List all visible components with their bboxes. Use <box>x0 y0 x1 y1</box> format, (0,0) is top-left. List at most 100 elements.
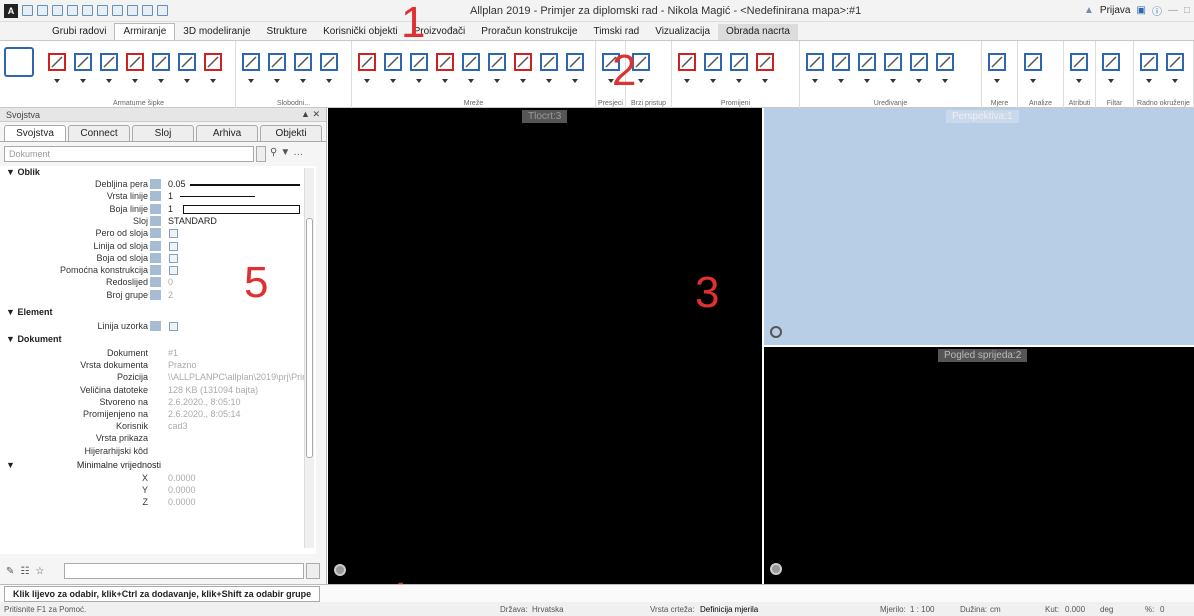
length-value[interactable]: cm <box>990 605 1001 614</box>
ribbon-tool-icon[interactable] <box>486 51 508 83</box>
property-checkbox[interactable] <box>169 229 178 239</box>
ribbon-tool-icon[interactable] <box>804 51 826 83</box>
minimize-icon[interactable]: — <box>1168 5 1178 16</box>
layer-manager-icon[interactable] <box>4 47 34 77</box>
property-row[interactable]: Debljina pera 0.05 <box>0 179 310 191</box>
property-value[interactable]: cad3 <box>168 421 188 431</box>
property-row[interactable]: Linija uzorka <box>0 321 310 333</box>
ribbon-tool-icon[interactable] <box>240 51 262 83</box>
settings-icon[interactable] <box>127 5 138 16</box>
ribbon-tool-icon[interactable] <box>676 51 698 83</box>
property-row[interactable]: Pero od sloja <box>0 228 310 240</box>
ribbon-tool-icon[interactable] <box>908 51 930 83</box>
property-checkbox[interactable] <box>169 253 178 263</box>
property-row[interactable]: Vrsta linije 1 <box>0 191 310 203</box>
maximize-icon[interactable]: □ <box>1184 5 1190 16</box>
ribbon-tool-icon[interactable] <box>512 51 534 83</box>
collapse-icon[interactable]: ▼ <box>6 307 15 317</box>
navigation-icon[interactable] <box>770 326 782 338</box>
ribbon-tool-icon[interactable] <box>408 51 430 83</box>
property-row[interactable]: Pozicija \\ALLPLANPC\allplan\2019\prj\Pri… <box>0 372 310 384</box>
ribbon-tool-icon[interactable] <box>882 51 904 83</box>
ribbon-tool-icon[interactable] <box>1100 51 1122 83</box>
panel-tab-1[interactable]: Connect <box>68 125 130 141</box>
property-row[interactable]: Z 0.0000 <box>0 497 310 509</box>
property-value[interactable]: \\ALLPLANPC\allplan\2019\prj\Prim <box>168 372 310 382</box>
ribbon-tool-icon[interactable] <box>292 51 314 83</box>
login-link[interactable]: Prijava <box>1100 5 1131 16</box>
panel-tab-4[interactable]: Objekti <box>260 125 322 141</box>
scale-value[interactable]: 1 : 100 <box>910 605 934 614</box>
favorite-icon[interactable]: ☆ <box>35 566 44 577</box>
property-checkbox[interactable] <box>169 322 178 331</box>
copy-icon[interactable] <box>112 5 123 16</box>
property-checkbox[interactable] <box>169 241 178 251</box>
favorites-input[interactable] <box>64 563 304 579</box>
viewport-plan[interactable]: Tlocrt:3 <box>328 108 762 584</box>
ribbon-tool-icon[interactable] <box>124 51 146 83</box>
property-value[interactable]: 2.6.2020., 8:05:14 <box>168 409 241 419</box>
property-checkbox[interactable] <box>169 266 178 276</box>
property-value[interactable]: 128 KB (131094 bajta) <box>168 385 258 395</box>
viewport-perspective[interactable]: Perspektiva:1 <box>764 108 1194 345</box>
help-icon[interactable]: ⓘ <box>1152 3 1162 18</box>
ribbon-tool-icon[interactable] <box>1068 51 1090 83</box>
property-row[interactable]: Hijerarhijski kôd <box>0 446 310 458</box>
collapse-icon[interactable]: ▼ <box>6 334 15 344</box>
save-icon[interactable] <box>52 5 63 16</box>
property-row[interactable]: Stvoreno na 2.6.2020., 8:05:10 <box>0 397 310 409</box>
ribbon-tool-icon[interactable] <box>728 51 750 83</box>
tab-0[interactable]: Grubi radovi <box>44 24 114 40</box>
ribbon-tool-icon[interactable] <box>150 51 172 83</box>
collapse-icon[interactable]: ▼ <box>6 167 15 177</box>
panel-filter-tools[interactable]: ⚲▼… <box>270 147 306 158</box>
ribbon-tool-icon[interactable] <box>176 51 198 83</box>
section-min[interactable]: ▼ Minimalne vrijednosti <box>6 460 161 470</box>
panel-tab-3[interactable]: Arhiva <box>196 125 258 141</box>
ribbon-tool-icon[interactable] <box>382 51 404 83</box>
user-icon[interactable]: ▲ <box>1084 5 1094 16</box>
property-value[interactable]: Prazno <box>168 360 197 370</box>
undo-icon[interactable] <box>82 5 93 16</box>
property-value[interactable]: 0.0000 <box>168 473 196 483</box>
property-row[interactable]: Vrsta dokumenta Prazno <box>0 360 310 372</box>
ribbon-tool-icon[interactable] <box>702 51 724 83</box>
property-row[interactable]: Vrsta prikaza <box>0 433 310 445</box>
ribbon-tool-icon[interactable] <box>1138 51 1160 83</box>
tools-icon[interactable] <box>157 5 168 16</box>
ribbon-tool-icon[interactable] <box>460 51 482 83</box>
property-row[interactable]: Boja linije 1 <box>0 203 310 216</box>
ribbon-tool-icon[interactable] <box>266 51 288 83</box>
property-value[interactable]: 2 <box>168 290 173 300</box>
property-value[interactable]: 0.0000 <box>168 497 196 507</box>
property-value[interactable]: 0 <box>168 277 173 287</box>
property-value[interactable]: 1 <box>168 204 173 214</box>
section-dokument[interactable]: ▼ Dokument <box>6 334 61 344</box>
property-value[interactable]: #1 <box>168 348 178 358</box>
property-row[interactable]: Sloj STANDARD <box>0 215 310 228</box>
ribbon-tool-icon[interactable] <box>202 51 224 83</box>
country-value[interactable]: Hrvatska <box>532 605 564 614</box>
app-logo-icon[interactable]: A <box>4 3 18 18</box>
panel-pin-close[interactable]: ▲ ✕ <box>301 109 320 120</box>
ribbon-tool-icon[interactable] <box>538 51 560 83</box>
scrollbar-thumb[interactable] <box>306 218 313 458</box>
property-value[interactable]: 0.0000 <box>168 485 196 495</box>
property-row[interactable]: Promijenjeno na 2.6.2020., 8:05:14 <box>0 409 310 421</box>
open-file-icon[interactable] <box>37 5 48 16</box>
drawing-type-value[interactable]: Definicija mjerila <box>700 605 758 614</box>
section-oblik[interactable]: ▼ Oblik <box>6 167 40 177</box>
tab-9[interactable]: Obrada nacrta <box>718 24 798 40</box>
print-icon[interactable] <box>67 5 78 16</box>
ribbon-tool-icon[interactable] <box>1022 51 1044 83</box>
tab-3[interactable]: Strukture <box>259 24 316 40</box>
ribbon-tool-icon[interactable] <box>72 51 94 83</box>
collapse-icon[interactable]: ▼ <box>6 460 15 470</box>
angle-unit[interactable]: deg <box>1100 605 1113 614</box>
ribbon-tool-icon[interactable] <box>356 51 378 83</box>
panel-tab-0[interactable]: Svojstva <box>4 125 66 141</box>
property-row[interactable]: X 0.0000 <box>0 473 310 485</box>
ribbon-tool-icon[interactable] <box>856 51 878 83</box>
layout-icon[interactable] <box>142 5 153 16</box>
viewport-front[interactable]: Pogled sprijeda:2 <box>764 347 1194 584</box>
